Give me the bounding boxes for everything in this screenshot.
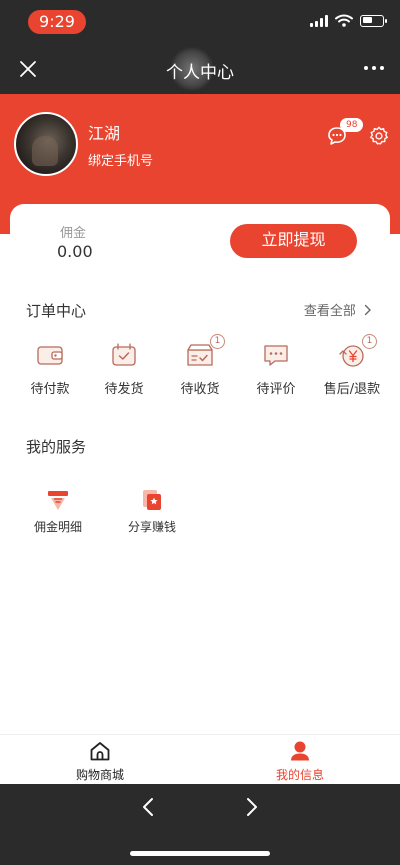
withdraw-button[interactable]: 立即提现 [230, 224, 357, 258]
order-count-badge: 1 [210, 334, 225, 349]
view-all-orders-link[interactable]: 查看全部 [304, 300, 372, 319]
order-item-pending-receipt[interactable]: 1 待收货 [162, 334, 238, 397]
service-commission-detail[interactable]: 佣金明细 [18, 488, 98, 535]
view-all-label: 查看全部 [303, 304, 356, 319]
calendar-check-icon [112, 343, 136, 366]
order-label: 待收货 [180, 382, 220, 397]
more-icon[interactable] [364, 66, 384, 70]
share-earn-icon [143, 490, 161, 510]
wifi-icon [335, 14, 353, 27]
gear-icon[interactable] [368, 125, 390, 147]
tab-label: 我的信息 [275, 768, 324, 782]
commission-value: 0.00 [57, 242, 93, 261]
user-icon [291, 741, 309, 761]
avatar[interactable] [14, 112, 78, 176]
order-label: 待付款 [30, 382, 70, 397]
status-time: 9:29 [28, 10, 86, 34]
chevron-right-icon [364, 304, 371, 316]
service-share-earn[interactable]: 分享赚钱 [112, 488, 192, 535]
tab-label: 购物商城 [75, 768, 124, 782]
user-nickname[interactable]: 江湖 [88, 120, 120, 144]
commission-label: 佣金 [60, 226, 87, 241]
tab-bar: 购物商城 我的信息 [0, 734, 400, 784]
home-indicator [130, 851, 270, 856]
page-title: 个人中心 [166, 63, 234, 83]
status-icons [310, 14, 387, 27]
order-item-pending-review[interactable]: 待评价 [238, 340, 314, 397]
tab-shopping-mall[interactable]: 购物商城 [55, 740, 145, 783]
commission-card: 佣金 0.00 立即提现 [10, 204, 390, 274]
order-label: 待评价 [256, 382, 296, 397]
order-label: 待发货 [104, 382, 144, 397]
order-center-title: 订单中心 [26, 302, 87, 320]
order-label: 售后/退款 [323, 382, 381, 397]
signal-icon [310, 14, 328, 27]
order-item-pending-payment[interactable]: 待付款 [12, 340, 88, 397]
home-icon [90, 742, 110, 761]
tab-my-info[interactable]: 我的信息 [255, 740, 345, 783]
my-services-title: 我的服务 [26, 438, 87, 456]
comment-dots-icon [264, 345, 288, 366]
order-item-after-sales[interactable]: 1 售后/退款 [314, 334, 390, 397]
status-bar: 9:29 [0, 0, 400, 44]
service-label: 分享赚钱 [127, 520, 176, 534]
commission-detail-icon [48, 491, 68, 510]
order-count-badge: 1 [362, 334, 377, 349]
package-check-icon: 1 [185, 334, 225, 370]
yen-refund-icon: 1 [337, 334, 377, 370]
message-count-badge: 98 [340, 118, 364, 132]
wallet-icon [37, 346, 63, 365]
forward-arrow-icon[interactable] [244, 797, 260, 817]
service-label: 佣金明细 [33, 520, 82, 534]
back-arrow-icon[interactable] [140, 797, 156, 817]
bind-phone-link[interactable]: 绑定手机号 [88, 150, 153, 169]
order-item-pending-shipment[interactable]: 待发货 [86, 340, 162, 397]
browser-toolbar [0, 784, 400, 865]
nav-bar: 个人中心 [0, 44, 400, 94]
battery-icon [360, 14, 387, 27]
